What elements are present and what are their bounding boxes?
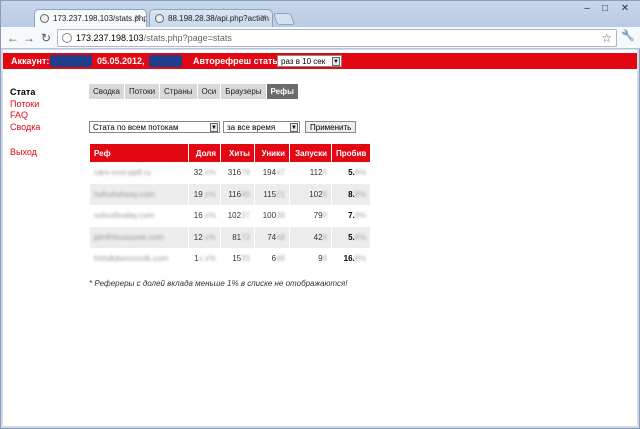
ref-domain: hxfcvhxhxey.com	[90, 183, 188, 205]
hits-value: 31678	[227, 168, 250, 178]
tab-browsers[interactable]: Браузеры	[221, 84, 267, 99]
stats-tabs: Сводка Потоки Страны Оси Браузеры Рефы	[89, 84, 299, 99]
hits-value: 11640	[221, 183, 254, 205]
ref-domain: xxhcxfxvday.com	[94, 211, 155, 221]
globe-icon	[62, 33, 72, 43]
launches-value: 428	[290, 226, 331, 248]
browser-tab-title: 88.198.28.38/api.php?action	[168, 14, 269, 23]
browser-tab-stats[interactable]: 173.237.198.103/stats.php?p ✕	[34, 9, 147, 27]
ref-domain: hhhdtdwxxxxotk.com	[94, 254, 169, 264]
table-row: cars-xxxt-ppif.ru 32.x% 31678 19447 1126…	[90, 162, 370, 184]
share-value: 1x.x%	[194, 254, 216, 264]
share-value: 32.x%	[193, 168, 216, 178]
launches-value: 1126	[309, 168, 327, 178]
share-value: 19.x%	[189, 183, 220, 205]
current-date: 05.05.2012,	[97, 56, 145, 66]
table-row: hxfcvhxhxey.com 19.x% 11640 11521 1028 8…	[90, 183, 371, 205]
hits-value: 10237	[227, 211, 250, 221]
penetration-value: 7.8%	[348, 211, 367, 221]
account-bar: Аккаунт: 05.05.2012, Авторефреш статы: р…	[3, 53, 637, 69]
account-label: Аккаунт:	[11, 56, 50, 66]
uniques-value: 10038	[262, 211, 285, 221]
stream-select[interactable]: Стата по всем потокам ▼	[89, 121, 220, 133]
minimize-button[interactable]: –	[579, 3, 595, 17]
close-tab-icon[interactable]: ✕	[134, 13, 141, 22]
new-tab-button[interactable]	[272, 13, 296, 25]
tab-os[interactable]: Оси	[197, 84, 222, 99]
col-penetration[interactable]: Пробив	[332, 144, 371, 162]
nav-item-streams[interactable]: Потоки	[10, 99, 40, 111]
penetration-value: 5.8%	[332, 226, 371, 248]
share-value: 16.x%	[193, 211, 216, 221]
autorefresh-label: Авторефреш статы:	[193, 56, 284, 66]
penetration-value: 16.8%	[343, 254, 367, 264]
tab-countries[interactable]: Страны	[160, 84, 198, 99]
tab-streams[interactable]: Потоки	[125, 84, 161, 99]
uniques-value: 7448	[255, 226, 289, 248]
bookmark-star-icon[interactable]: ☆	[601, 31, 612, 45]
nav-item-summary[interactable]: Сводка	[10, 122, 40, 134]
share-value: 12.x%	[189, 226, 220, 248]
nav-item-stats[interactable]: Стата	[10, 87, 40, 99]
browser-window: 173.237.198.103/stats.php?p ✕ 88.198.28.…	[0, 0, 640, 429]
penetration-value: 8.8%	[332, 183, 371, 205]
chevron-down-icon: ▼	[290, 123, 298, 132]
address-bar[interactable]: 173.237.198.103/stats.php?page=stats ☆	[57, 29, 617, 47]
period-select[interactable]: за все время ▼	[223, 121, 300, 133]
uniques-value: 648	[271, 254, 285, 264]
table-row: hhhdtdwxxxxotk.com 1x.x% 1533 648 98 16.…	[90, 248, 370, 270]
nav-item-logout[interactable]: Выход	[10, 147, 40, 159]
maximize-button[interactable]: □	[597, 3, 613, 17]
tab-strip: 173.237.198.103/stats.php?p ✕ 88.198.28.…	[1, 1, 640, 27]
page-favicon-icon	[40, 14, 49, 23]
browser-tab-api[interactable]: 88.198.28.38/api.php?action ✕	[149, 9, 273, 27]
apply-button[interactable]: Применить	[305, 121, 357, 133]
close-tab-icon[interactable]: ✕	[260, 13, 267, 22]
ref-domain: jdmfhfxxasxwe.com	[90, 226, 188, 248]
close-window-button[interactable]: ✕	[615, 3, 635, 17]
table-row: jdmfhfxxasxwe.com 12.x% 8173 7448 428 5.…	[90, 226, 371, 248]
reload-icon[interactable]: ↻	[38, 30, 54, 46]
launches-value: 98	[318, 254, 327, 264]
page-favicon-icon	[155, 14, 164, 23]
browser-toolbar: ← → ↻ 173.237.198.103/stats.php?page=sta…	[1, 27, 640, 49]
ref-domain: cars-xxxt-ppif.ru	[94, 168, 151, 178]
hits-value: 8173	[221, 226, 254, 248]
forward-arrow-icon[interactable]: →	[21, 30, 37, 46]
launches-value: 798	[313, 211, 327, 221]
penetration-value: 5.8%	[348, 168, 367, 178]
col-uniques[interactable]: Уники	[255, 144, 289, 162]
col-ref[interactable]: Реф	[90, 144, 188, 162]
wrench-icon[interactable]: 🔧	[621, 29, 635, 42]
tab-summary[interactable]: Сводка	[89, 84, 126, 99]
referrers-table: Реф Доля Хиты Уники Запуски Пробив cars-…	[89, 144, 371, 270]
autorefresh-select[interactable]: раз в 10 сек ▼	[277, 55, 342, 67]
redacted-account	[50, 55, 92, 67]
page-viewport: Аккаунт: 05.05.2012, Авторефреш статы: р…	[3, 50, 637, 426]
launches-value: 1028	[290, 183, 331, 205]
side-navigation: Стата Потоки FAQ Сводка Выход	[10, 87, 40, 159]
hits-value: 1533	[232, 254, 250, 264]
table-row: xxhcxfxvday.com 16.x% 10237 10038 798 7.…	[90, 205, 370, 227]
chevron-down-icon: ▼	[210, 123, 218, 132]
back-arrow-icon[interactable]: ←	[5, 30, 21, 46]
col-share[interactable]: Доля	[189, 144, 220, 162]
address-url: 173.237.198.103/stats.php?page=stats	[76, 33, 232, 43]
tab-refs[interactable]: Рефы	[266, 84, 299, 99]
uniques-value: 11521	[255, 183, 289, 205]
footnote: * Рефереры с долей вклада меньше 1% в сп…	[89, 279, 348, 288]
nav-item-faq[interactable]: FAQ	[10, 110, 40, 122]
browser-tab-title: 173.237.198.103/stats.php?p	[53, 14, 147, 23]
col-hits[interactable]: Хиты	[221, 144, 254, 162]
redacted-time	[149, 55, 182, 67]
chevron-down-icon: ▼	[332, 57, 340, 66]
uniques-value: 19447	[262, 168, 285, 178]
table-header-row: Реф Доля Хиты Уники Запуски Пробив	[90, 144, 371, 162]
col-launches[interactable]: Запуски	[290, 144, 331, 162]
